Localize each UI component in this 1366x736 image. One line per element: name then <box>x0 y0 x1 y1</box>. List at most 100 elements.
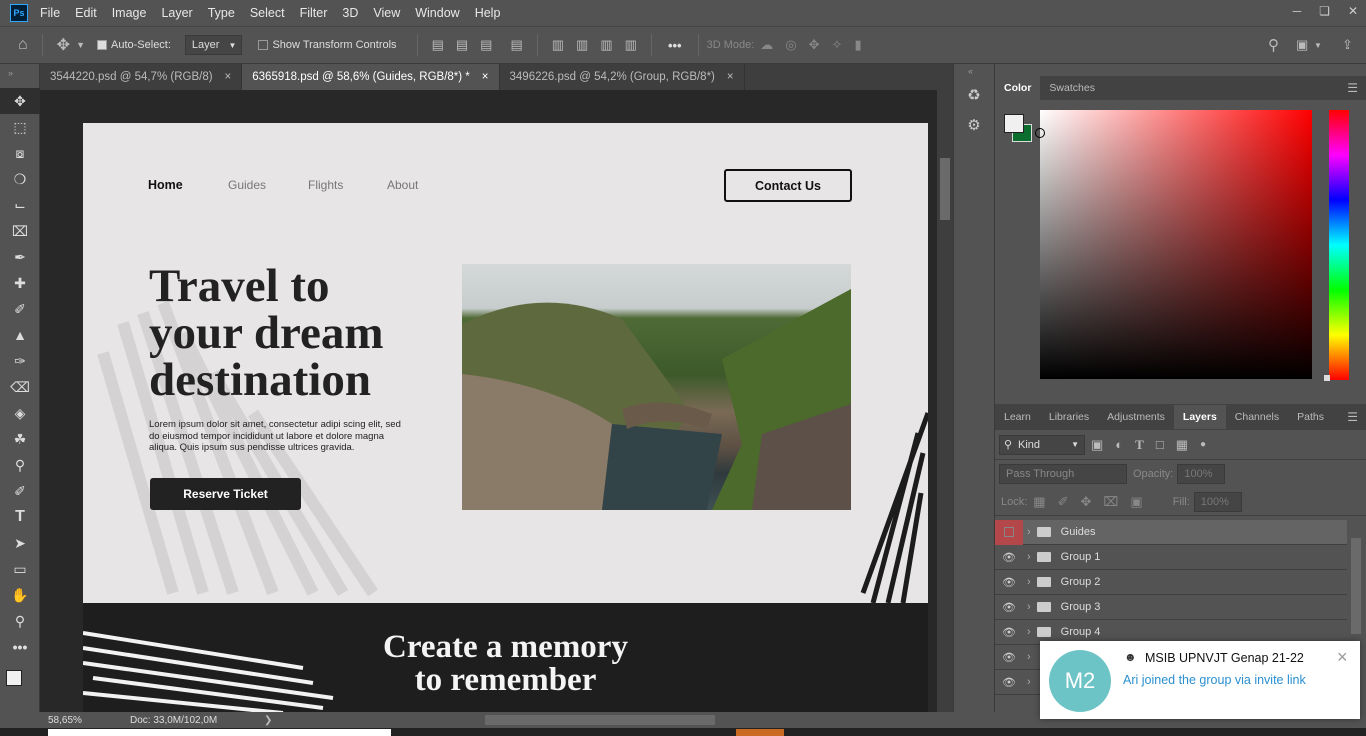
panel-menu-icon[interactable]: ☰ <box>1347 81 1358 95</box>
tab-document-1[interactable]: 3544220.psd @ 54,7% (RGB/8) × <box>40 64 243 90</box>
eye-icon[interactable]: 👁 <box>995 551 1023 564</box>
move-tool-icon[interactable]: ✥ <box>0 88 40 114</box>
align-left-icon[interactable]: ▤ <box>432 37 444 53</box>
menu-layer[interactable]: Layer <box>161 6 192 20</box>
align-center-icon[interactable]: ▤ <box>456 37 468 53</box>
close-icon[interactable]: × <box>1337 647 1348 668</box>
tab-learn[interactable]: Learn <box>995 405 1040 429</box>
more-options-icon[interactable]: ••• <box>668 38 682 53</box>
type-tool-icon[interactable]: T <box>0 504 40 530</box>
nav-about[interactable]: About <box>387 178 418 192</box>
chevron-right-icon[interactable]: › <box>1027 551 1031 563</box>
menu-view[interactable]: View <box>373 6 400 20</box>
eye-icon[interactable]: 👁 <box>995 576 1023 589</box>
type-filter-icon[interactable]: T <box>1135 437 1144 453</box>
lock-paint-icon[interactable]: ✐ <box>1058 494 1069 510</box>
auto-select-dropdown[interactable]: Layer ▼ <box>184 35 243 55</box>
share-icon[interactable]: ⇪ <box>1342 37 1353 53</box>
pen-tool-icon[interactable]: ✐ <box>0 478 40 504</box>
menu-file[interactable]: File <box>40 6 60 20</box>
foreground-color[interactable] <box>6 670 22 686</box>
eye-icon[interactable]: 👁 <box>995 651 1023 664</box>
move-tool-icon[interactable]: ✥ <box>57 35 70 55</box>
lock-position-icon[interactable]: ✥ <box>1081 494 1092 510</box>
crop-tool-icon[interactable]: ⌙ <box>0 192 40 218</box>
tab-paths[interactable]: Paths <box>1288 405 1333 429</box>
chevron-down-icon[interactable]: ▼ <box>1314 41 1322 50</box>
lock-pixels-icon[interactable]: ▦ <box>1033 494 1045 510</box>
color-swatches[interactable] <box>0 660 39 700</box>
nav-guides[interactable]: Guides <box>228 178 266 192</box>
smart-object-filter-icon[interactable]: ▦ <box>1176 437 1188 453</box>
menu-3d[interactable]: 3D <box>342 6 358 20</box>
lock-artboard-icon[interactable]: ⌧ <box>1103 494 1118 510</box>
lasso-tool-icon[interactable]: ⧇ <box>0 140 40 166</box>
eye-icon[interactable]: 👁 <box>995 676 1023 689</box>
nav-flights[interactable]: Flights <box>308 178 343 192</box>
adjustment-filter-icon[interactable]: ◐ <box>1115 437 1123 452</box>
search-icon[interactable]: ⚲ <box>1268 36 1279 54</box>
hue-slider[interactable] <box>1329 110 1349 380</box>
more-tools-icon[interactable]: ••• <box>0 634 40 660</box>
filter-kind-dropdown[interactable]: ⚲ Kind ▼ <box>999 434 1085 455</box>
hand-tool-icon[interactable]: ✋ <box>0 582 40 608</box>
show-transform-checkbox[interactable] <box>258 40 269 50</box>
status-arrow-icon[interactable]: ❯ <box>264 715 272 726</box>
panel-collapse-icon[interactable]: » <box>0 64 39 88</box>
restore-icon[interactable]: ❏ <box>1319 4 1330 18</box>
workspace-icon[interactable]: ▣ <box>1296 37 1308 53</box>
eye-icon[interactable]: 👁 <box>995 601 1023 614</box>
brush-tool-icon[interactable]: ✐ <box>0 296 40 322</box>
align-top-icon[interactable]: ▥ <box>552 37 564 53</box>
blend-mode-dropdown[interactable]: Pass Through <box>999 464 1127 484</box>
vertical-scrollbar[interactable] <box>937 90 953 712</box>
close-icon[interactable]: × <box>727 71 734 83</box>
hue-slider-handle[interactable] <box>1324 375 1330 381</box>
zoom-tool-icon[interactable]: ⚲ <box>0 608 40 634</box>
eye-icon[interactable]: 👁 <box>995 626 1023 639</box>
tab-color[interactable]: Color <box>995 76 1041 100</box>
properties-icon[interactable]: ⚙ <box>954 116 994 134</box>
tab-libraries[interactable]: Libraries <box>1040 405 1098 429</box>
chevron-right-icon[interactable]: › <box>1027 526 1031 538</box>
panel-expand-icon[interactable]: « <box>954 64 994 78</box>
stamp-tool-icon[interactable]: ▲ <box>0 322 40 348</box>
orbit-icon[interactable]: ☁ <box>760 37 773 53</box>
layer-row[interactable]: › Guides <box>995 519 1347 545</box>
menu-image[interactable]: Image <box>112 6 147 20</box>
fill-field[interactable]: 100% <box>1193 491 1242 512</box>
rectangle-tool-icon[interactable]: ▭ <box>0 556 40 582</box>
chevron-right-icon[interactable]: › <box>1027 676 1031 688</box>
tab-layers[interactable]: Layers <box>1173 405 1226 429</box>
marquee-tool-icon[interactable]: ⬚ <box>0 114 40 140</box>
foreground-color-swatch[interactable] <box>1004 114 1024 133</box>
close-icon[interactable]: × <box>482 71 489 83</box>
tab-swatches[interactable]: Swatches <box>1040 76 1104 100</box>
chevron-down-icon[interactable]: ▼ <box>76 40 85 50</box>
menu-type[interactable]: Type <box>208 6 235 20</box>
tab-channels[interactable]: Channels <box>1226 405 1288 429</box>
dodge-tool-icon[interactable]: ⚲ <box>0 452 40 478</box>
color-field[interactable] <box>1035 110 1312 379</box>
chevron-right-icon[interactable]: › <box>1027 651 1031 663</box>
align-bottom-icon[interactable]: ▥ <box>600 37 612 53</box>
chevron-right-icon[interactable]: › <box>1027 601 1031 613</box>
minimize-icon[interactable]: ─ <box>1293 4 1302 18</box>
tab-document-2[interactable]: 6365918.psd @ 58,6% (Guides, RGB/8*) * × <box>242 64 500 90</box>
nav-home[interactable]: Home <box>148 178 183 192</box>
menu-edit[interactable]: Edit <box>75 6 97 20</box>
distribute-icon[interactable]: ▤ <box>510 37 522 53</box>
pan-icon[interactable]: ✥ <box>809 37 820 53</box>
healing-tool-icon[interactable]: ✚ <box>0 270 40 296</box>
layer-row[interactable]: 👁 › Group 2 <box>995 570 1347 595</box>
paint-bucket-icon[interactable]: ◈ <box>0 400 40 426</box>
shape-filter-icon[interactable]: □ <box>1156 437 1164 452</box>
layer-row[interactable]: 👁 › Group 1 <box>995 545 1347 570</box>
menu-select[interactable]: Select <box>250 6 285 20</box>
home-icon[interactable]: ⌂ <box>18 36 28 54</box>
tab-adjustments[interactable]: Adjustments <box>1098 405 1174 429</box>
chevron-right-icon[interactable]: › <box>1027 626 1031 638</box>
menu-filter[interactable]: Filter <box>300 6 328 20</box>
distribute-vertical-icon[interactable]: ▥ <box>625 37 637 53</box>
video-icon[interactable]: ▮ <box>854 37 861 53</box>
